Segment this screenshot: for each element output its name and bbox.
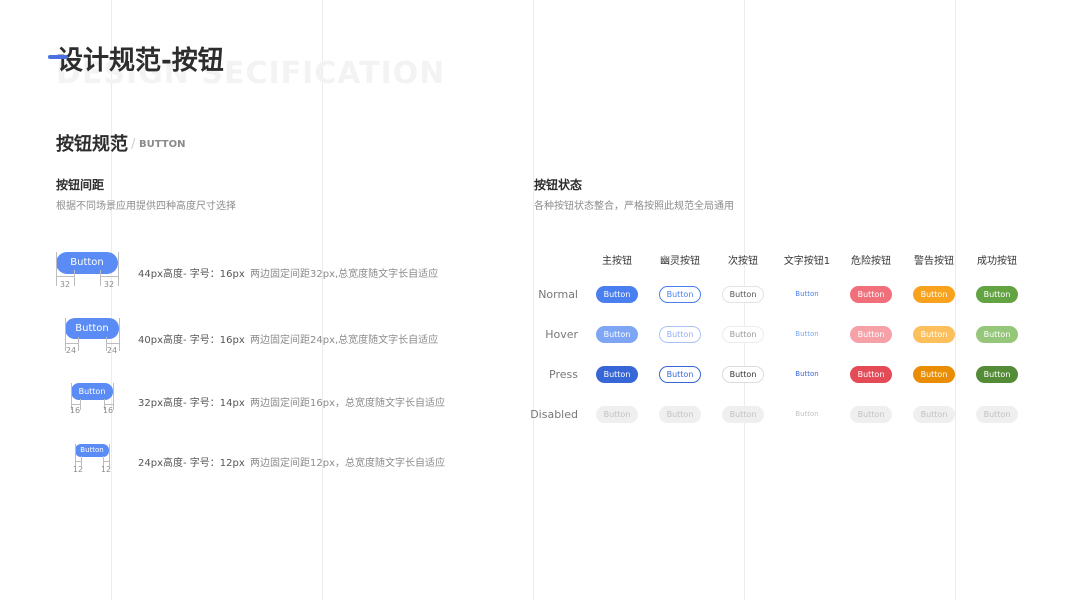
secondary-button-hover[interactable]: Button	[722, 326, 764, 343]
spec-label: 44px高度- 字号：16px	[138, 269, 245, 280]
dim-left: 24	[65, 346, 77, 355]
states-title: 按钮状态	[534, 178, 583, 192]
dim-right: 24	[106, 346, 118, 355]
primary-button-disabled: Button	[596, 406, 638, 423]
ghost-button-disabled: Button	[659, 406, 701, 423]
page-title: 设计规范-按钮	[57, 46, 224, 76]
dim-left: 12	[72, 465, 84, 474]
success-button-disabled: Button	[976, 406, 1018, 423]
dim-right: 16	[102, 406, 114, 415]
secondary-button-normal[interactable]: Button	[722, 286, 764, 303]
demo-button[interactable]: Button	[56, 252, 118, 274]
dim-left: 16	[69, 406, 81, 415]
text-button-disabled: Button	[795, 410, 819, 418]
spec-desc: 两边固定间距24px,总宽度随文字长自适应	[250, 335, 439, 346]
col-header-success: 成功按钮	[977, 256, 1017, 267]
spec-desc: 两边固定间距16px，总宽度随文字长自适应	[250, 398, 445, 409]
secondary-button-disabled: Button	[722, 406, 764, 423]
section-separator: /	[131, 137, 136, 152]
spec-desc: 两边固定间距32px,总宽度随文字长自适应	[250, 269, 439, 280]
danger-button-press[interactable]: Button	[850, 366, 892, 383]
text-button-normal[interactable]: Button	[786, 286, 828, 303]
col-header-warning: 警告按钮	[914, 256, 954, 267]
ghost-button-press[interactable]: Button	[659, 366, 701, 383]
warning-button-hover[interactable]: Button	[913, 326, 955, 343]
guide-line	[955, 0, 956, 600]
accent-bar	[48, 55, 68, 59]
dim-right: 12	[100, 465, 112, 474]
danger-button-normal[interactable]: Button	[850, 286, 892, 303]
warning-button-disabled: Button	[913, 406, 955, 423]
row-label-hover: Hover	[545, 328, 578, 341]
ghost-button-hover[interactable]: Button	[659, 326, 701, 343]
success-button-hover[interactable]: Button	[976, 326, 1018, 343]
col-header-text: 文字按钮1	[783, 256, 831, 267]
primary-button-normal[interactable]: Button	[596, 286, 638, 303]
dim-left: 32	[59, 280, 71, 289]
success-button-normal[interactable]: Button	[976, 286, 1018, 303]
states-desc: 各种按钮状态整合，严格按照此规范全局通用	[534, 201, 734, 212]
text-button-press[interactable]: Button	[786, 366, 828, 383]
spec-desc: 两边固定间距12px，总宽度随文字长自适应	[250, 458, 445, 469]
danger-button-hover[interactable]: Button	[850, 326, 892, 343]
dim-right: 32	[103, 280, 115, 289]
row-label-press: Press	[549, 368, 578, 381]
row-label-normal: Normal	[538, 288, 578, 301]
primary-button-hover[interactable]: Button	[596, 326, 638, 343]
spec-label: 32px高度- 字号：14px	[138, 398, 245, 409]
warning-button-normal[interactable]: Button	[913, 286, 955, 303]
row-label-disabled: Disabled	[530, 408, 578, 421]
col-header-danger: 危险按钮	[851, 256, 891, 267]
spacing-title: 按钮间距	[56, 178, 105, 192]
success-button-press[interactable]: Button	[976, 366, 1018, 383]
ghost-button-normal[interactable]: Button	[659, 286, 701, 303]
danger-button-disabled: Button	[850, 406, 892, 423]
spec-label: 40px高度- 字号：16px	[138, 335, 245, 346]
spacing-desc: 根据不同场景应用提供四种高度尺寸选择	[56, 201, 236, 212]
col-header-secondary: 次按钮	[728, 256, 758, 267]
warning-button-press[interactable]: Button	[913, 366, 955, 383]
demo-button[interactable]: Button	[65, 318, 119, 339]
secondary-button-press[interactable]: Button	[722, 366, 764, 383]
primary-button-press[interactable]: Button	[596, 366, 638, 383]
col-header-primary: 主按钮	[602, 256, 632, 267]
section-title: 按钮规范	[56, 134, 128, 155]
section-title-en: BUTTON	[139, 139, 186, 150]
demo-button[interactable]: Button	[71, 383, 113, 400]
text-button-hover[interactable]: Button	[786, 326, 828, 343]
spec-label: 24px高度- 字号：12px	[138, 458, 245, 469]
col-header-ghost: 幽灵按钮	[660, 256, 700, 267]
